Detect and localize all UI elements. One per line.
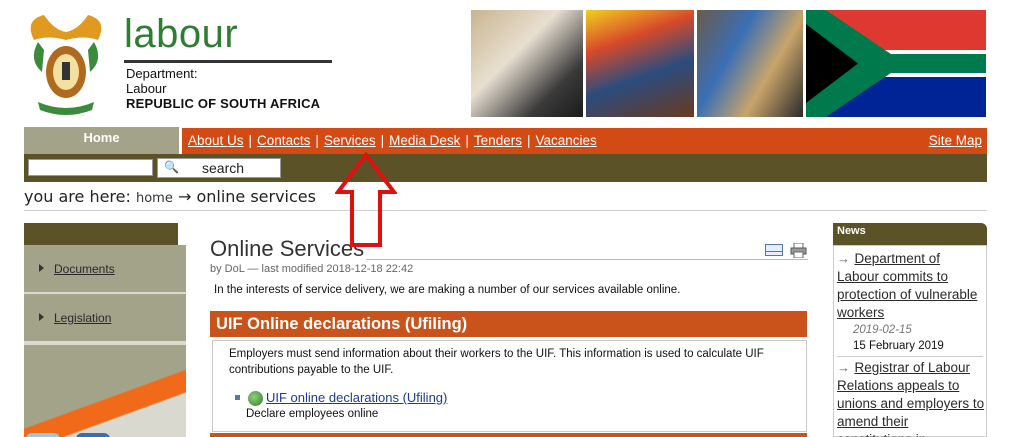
left-nav-buttons — [24, 433, 124, 437]
banner-photo-textiles — [586, 10, 694, 117]
search-input[interactable] — [28, 159, 153, 176]
news-heading: News — [833, 223, 987, 245]
ufiling-link[interactable]: UIF online declarations (Ufiling) — [266, 390, 447, 405]
news-item-link[interactable]: Department of Labour commits to protecti… — [837, 251, 977, 320]
left-nav-item-documents[interactable]: Documents — [24, 245, 186, 293]
left-nav-decoration — [24, 345, 186, 437]
search-button[interactable]: 🔍 search — [157, 158, 281, 178]
arrow-right-icon: → — [837, 251, 850, 266]
breadcrumb: you are here: home → online services — [24, 187, 316, 206]
brand-divider — [124, 60, 332, 63]
left-nav-header — [24, 223, 178, 245]
red-up-arrow-annotation — [335, 152, 397, 247]
title-divider — [366, 259, 808, 260]
news-item-date-long: 15 February 2019 — [853, 340, 944, 352]
bullet-icon — [235, 395, 240, 400]
department-name: Department: Labour REPUBLIC OF SOUTH AFR… — [126, 66, 321, 111]
section-body: Employers must send information about th… — [212, 340, 807, 432]
email-icon[interactable] — [765, 244, 783, 256]
coat-of-arms-logo — [30, 15, 102, 115]
section-text: Employers must send information about th… — [229, 348, 764, 376]
nav-site-map[interactable]: Site Map — [929, 133, 982, 148]
next-section-heading — [210, 433, 807, 437]
ufiling-description: Declare employees online — [246, 408, 379, 420]
nav-media-desk[interactable]: Media Desk — [389, 133, 460, 148]
nav-vacancies[interactable]: Vacancies — [535, 133, 596, 148]
search-icon: 🔍 — [164, 160, 179, 174]
nav-services[interactable]: Services — [324, 133, 376, 148]
nav-tenders[interactable]: Tenders — [474, 133, 522, 148]
news-item-link[interactable]: Registrar of Labour Relations appeals to… — [837, 360, 984, 437]
news-panel: → Department of Labour commits to protec… — [833, 245, 987, 437]
banner-photo-electrician — [697, 10, 803, 117]
banner-photo-office — [471, 10, 583, 117]
main-navigation: About Us | Contacts | Services | Media Desk | Te… — [182, 128, 987, 154]
breadcrumb-home[interactable]: home — [136, 191, 173, 206]
social-button[interactable] — [76, 433, 110, 437]
search-bar: 🔍 search — [24, 154, 987, 182]
triangle-right-icon — [39, 264, 44, 272]
news-item-date: 2019-02-15 — [853, 324, 912, 336]
news-divider — [837, 356, 983, 357]
breadcrumb-divider — [24, 210, 987, 211]
nav-contacts[interactable]: Contacts — [257, 133, 310, 148]
nav-about-us[interactable]: About Us — [188, 133, 244, 148]
print-icon[interactable] — [790, 243, 807, 258]
page-byline: by DoL — last modified 2018-12-18 22:42 — [210, 263, 414, 275]
news-item: → Registrar of Labour Relations appeals … — [837, 359, 985, 437]
left-navigation: Documents Legislation — [24, 245, 186, 437]
arrow-right-icon: → — [837, 360, 850, 375]
news-item: → Department of Labour commits to protec… — [837, 250, 985, 354]
left-nav-item-legislation[interactable]: Legislation — [24, 294, 186, 342]
home-tab[interactable]: Home — [24, 127, 179, 154]
south-africa-flag — [806, 10, 986, 117]
page-intro: In the interests of service delivery, we… — [214, 284, 681, 296]
globe-icon — [248, 391, 263, 406]
breadcrumb-current: online services — [196, 187, 316, 206]
brand-wordmark: labour — [124, 12, 239, 56]
social-button[interactable] — [26, 433, 60, 437]
triangle-right-icon — [39, 313, 44, 321]
section-heading: UIF Online declarations (Ufiling) — [210, 311, 807, 337]
